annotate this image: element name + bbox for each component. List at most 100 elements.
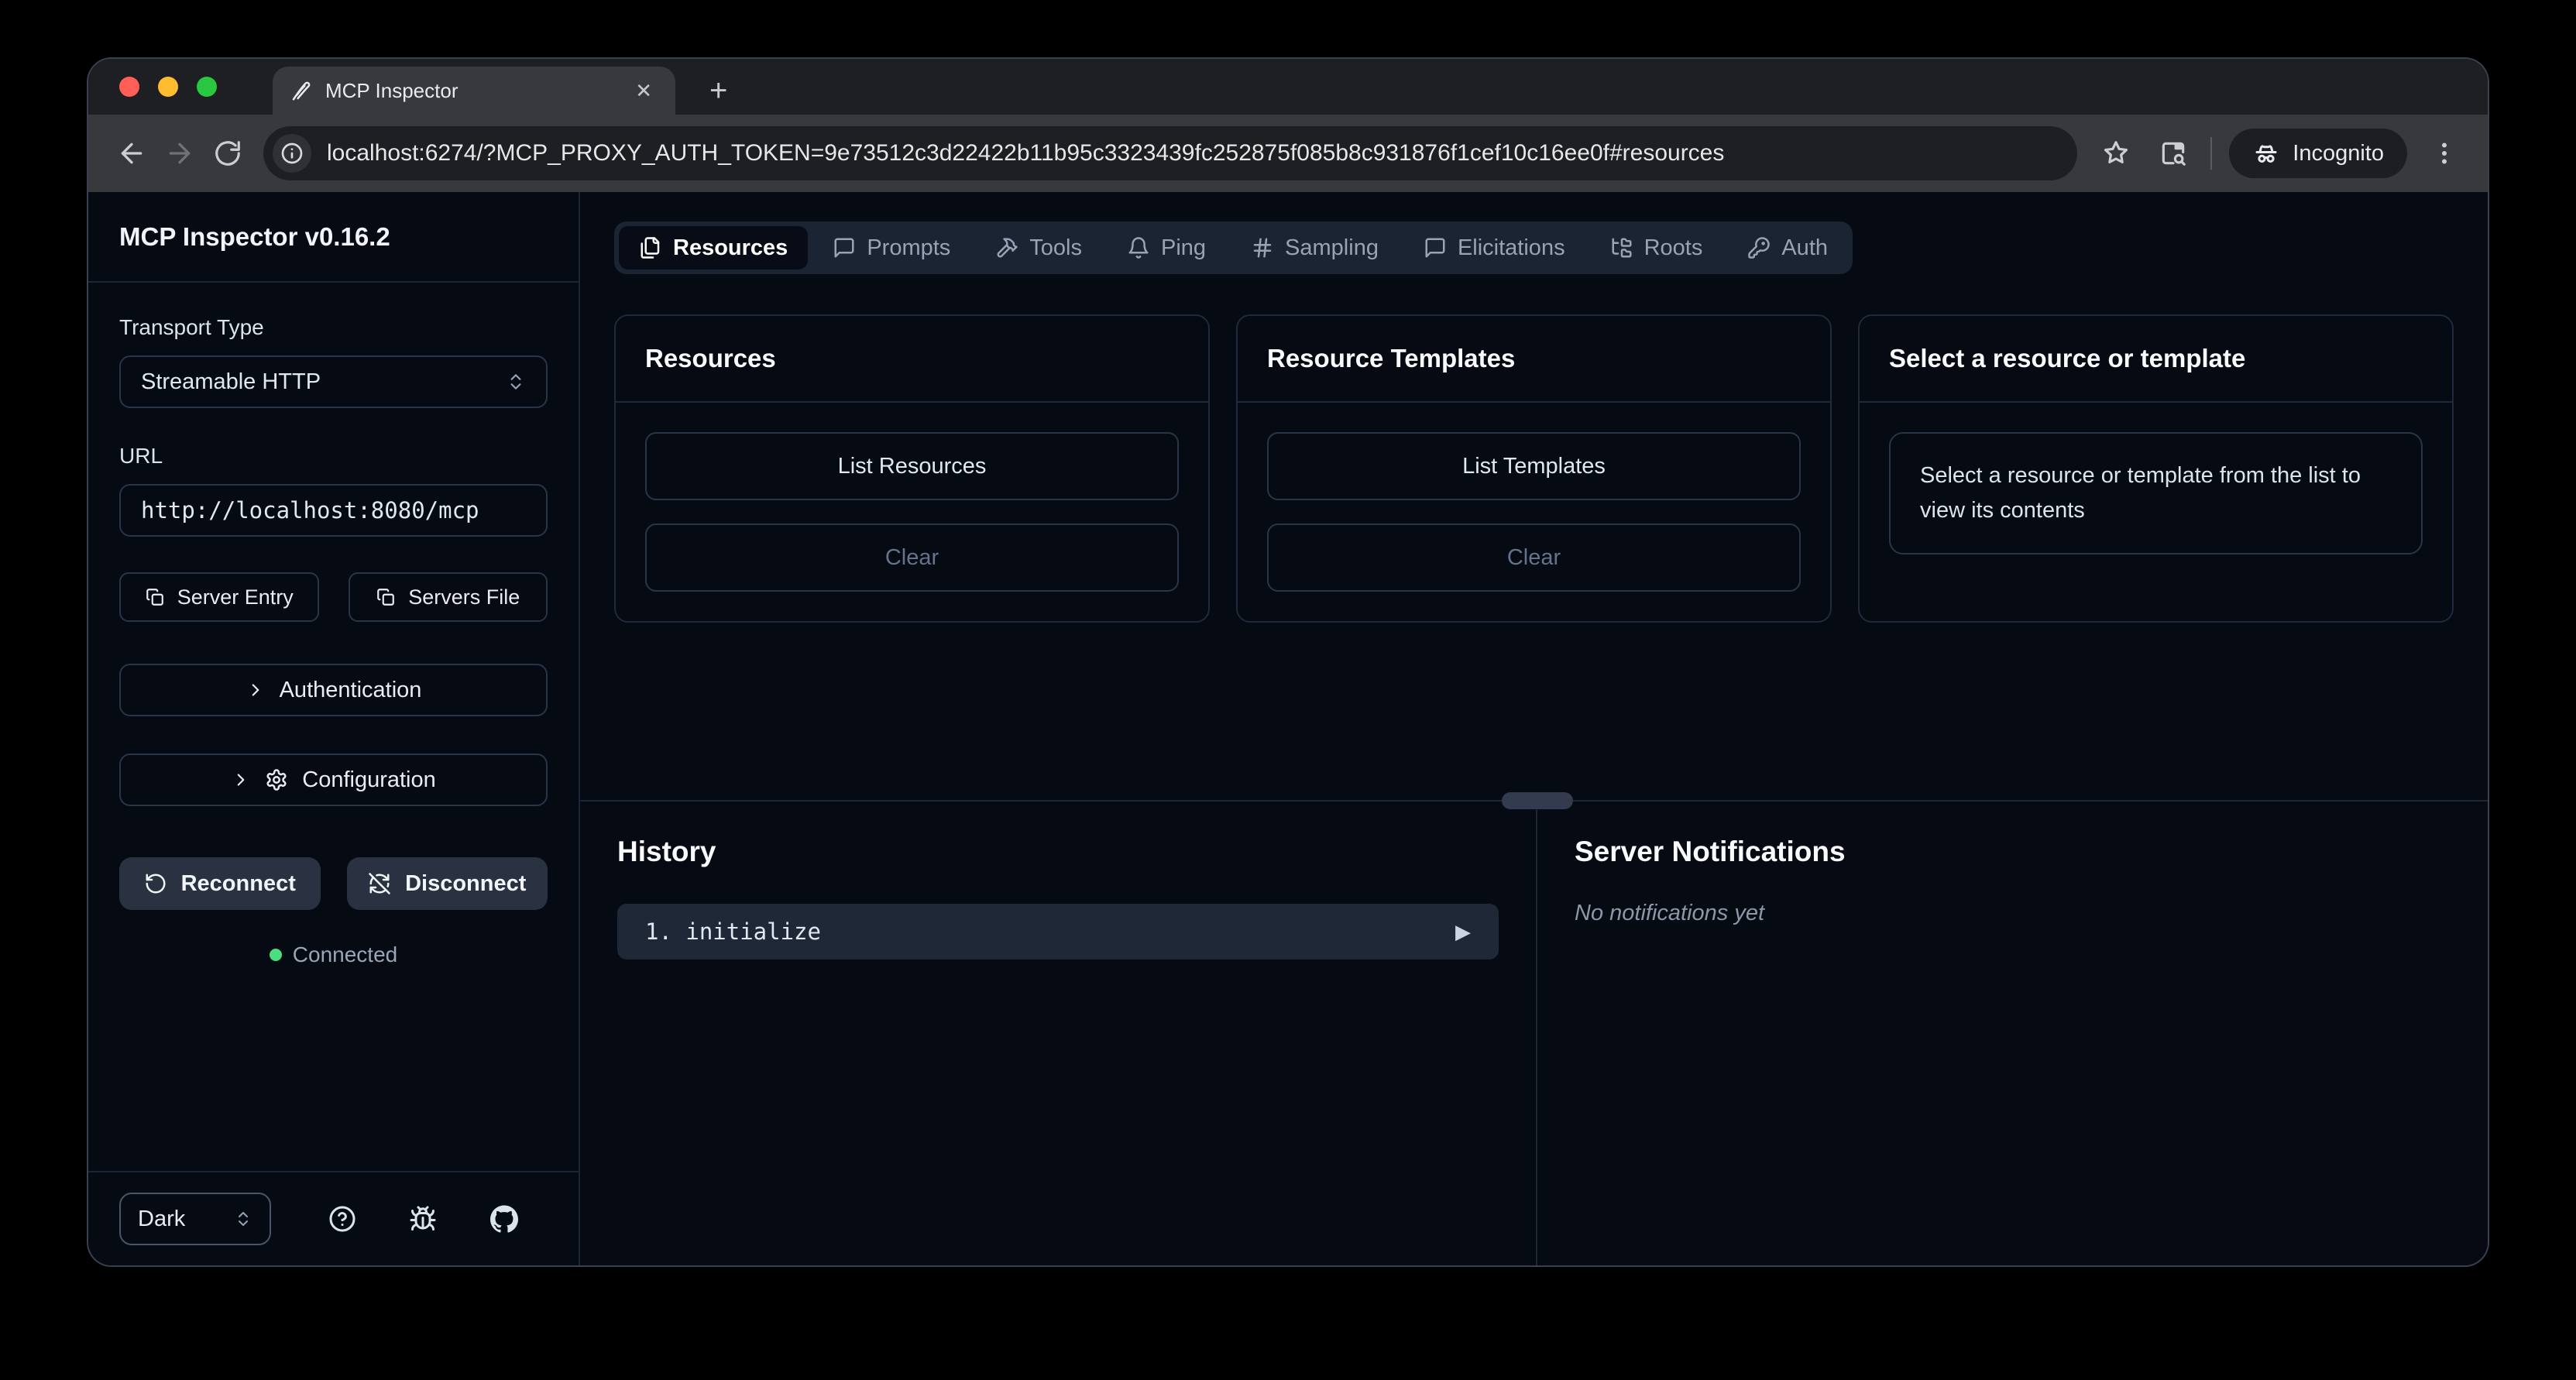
reload-icon[interactable]: [208, 133, 248, 173]
authentication-button[interactable]: Authentication: [119, 664, 548, 716]
server-url-input[interactable]: [119, 484, 548, 537]
tab-label: Ping: [1161, 235, 1206, 261]
theme-select-value: Dark: [138, 1207, 185, 1232]
tab-label: Auth: [1781, 235, 1828, 261]
configuration-button[interactable]: Configuration: [119, 754, 548, 806]
tab-tools[interactable]: Tools: [975, 226, 1102, 269]
chevron-right-icon: [246, 680, 266, 700]
url-bar[interactable]: localhost:6274/?MCP_PROXY_AUTH_TOKEN=9e7…: [263, 126, 2077, 180]
sidebar-header: MCP Inspector v0.16.2: [88, 192, 579, 283]
footer-icons: [302, 1205, 544, 1233]
help-icon[interactable]: [328, 1205, 356, 1233]
tab-resources[interactable]: Resources: [619, 226, 808, 269]
history-item[interactable]: 1. initialize ▶: [617, 904, 1499, 959]
status-label: Connected: [293, 942, 397, 967]
resource-templates-panel: Resource Templates List Templates Clear: [1236, 314, 1832, 623]
viewer-placeholder: Select a resource or template from the l…: [1889, 432, 2423, 554]
incognito-badge: Incognito: [2229, 129, 2407, 178]
desktop: MCP Inspector ✕ + localhost:6274/?MCP_PR…: [0, 0, 2576, 1380]
resource-viewer-panel: Select a resource or template Select a r…: [1858, 314, 2454, 623]
main-top: Resources Prompts Tools Ping: [580, 192, 2488, 800]
back-icon[interactable]: [112, 133, 152, 173]
key-icon: [1747, 236, 1771, 259]
sidebar-footer: Dark: [88, 1171, 579, 1265]
nav-tabs: Resources Prompts Tools Ping: [614, 221, 1853, 274]
chevrons-up-down-icon: [234, 1210, 252, 1228]
history-item-label: 1. initialize: [645, 918, 821, 945]
theme-select[interactable]: Dark: [119, 1193, 271, 1245]
reconnect-button[interactable]: Reconnect: [119, 857, 321, 910]
expand-arrow-icon: ▶: [1455, 920, 1471, 944]
browser-tab[interactable]: MCP Inspector ✕: [273, 67, 675, 115]
configuration-label: Configuration: [302, 767, 436, 793]
disconnect-label: Disconnect: [405, 871, 526, 897]
clear-resources-button[interactable]: Clear: [645, 524, 1179, 592]
authentication-label: Authentication: [280, 678, 422, 703]
chevrons-up-down-icon: [506, 372, 526, 392]
folder-tree-icon: [1610, 236, 1633, 259]
toolbar-right-controls: Incognito: [2096, 129, 2464, 178]
github-icon[interactable]: [490, 1205, 518, 1233]
toolbar-divider: [2210, 137, 2212, 170]
transport-select[interactable]: Streamable HTTP: [119, 355, 548, 408]
list-templates-button[interactable]: List Templates: [1267, 432, 1801, 500]
transport-type-label: Transport Type: [119, 315, 548, 340]
tab-label: Prompts: [867, 235, 950, 261]
servers-file-label: Servers File: [408, 585, 520, 609]
bug-icon[interactable]: [409, 1205, 437, 1233]
close-window-button[interactable]: [119, 77, 139, 97]
close-tab-icon[interactable]: ✕: [629, 76, 658, 106]
tab-auth[interactable]: Auth: [1727, 226, 1848, 269]
copy-icon: [376, 587, 396, 607]
resources-panel: Resources List Resources Clear: [614, 314, 1210, 623]
bookmark-star-icon[interactable]: [2096, 133, 2136, 173]
refresh-off-icon: [368, 872, 391, 895]
tab-roots[interactable]: Roots: [1590, 226, 1723, 269]
reconnect-label: Reconnect: [181, 871, 296, 897]
files-icon: [639, 236, 662, 259]
tab-label: Roots: [1644, 235, 1703, 261]
app-title: MCP Inspector v0.16.2: [119, 222, 390, 252]
url-label: URL: [119, 444, 548, 469]
notifications-empty-text: No notifications yet: [1575, 901, 2451, 926]
history-title: History: [617, 836, 1499, 868]
browser-menu-icon[interactable]: [2424, 133, 2464, 173]
url-text[interactable]: localhost:6274/?MCP_PROXY_AUTH_TOKEN=9e7…: [327, 140, 1724, 166]
window-controls: [88, 59, 239, 115]
tab-prompts[interactable]: Prompts: [812, 226, 970, 269]
status-dot: [270, 949, 282, 961]
server-entry-button[interactable]: Server Entry: [119, 572, 319, 622]
new-tab-button[interactable]: +: [697, 74, 740, 115]
minimize-window-button[interactable]: [158, 77, 178, 97]
disconnect-button[interactable]: Disconnect: [347, 857, 548, 910]
maximize-window-button[interactable]: [197, 77, 217, 97]
tab-elicitations[interactable]: Elicitations: [1403, 226, 1585, 269]
bell-icon: [1127, 236, 1150, 259]
tab-sampling[interactable]: Sampling: [1231, 226, 1399, 269]
tab-search-icon[interactable]: [2153, 133, 2193, 173]
servers-file-button[interactable]: Servers File: [349, 572, 548, 622]
tab-label: Elicitations: [1458, 235, 1565, 261]
incognito-icon: [2252, 139, 2280, 167]
forward-icon[interactable]: [160, 133, 200, 173]
resource-viewer-title: Select a resource or template: [1860, 316, 2452, 403]
clear-templates-button[interactable]: Clear: [1267, 524, 1801, 592]
sidebar-body: Transport Type Streamable HTTP URL Serve…: [88, 283, 579, 1171]
history-section: History 1. initialize ▶: [580, 802, 1537, 1265]
resources-panel-title: Resources: [616, 316, 1208, 403]
incognito-label: Incognito: [2293, 141, 2384, 166]
connection-status: Connected: [119, 942, 548, 967]
resize-handle[interactable]: [1502, 792, 1573, 809]
tab-label: Sampling: [1285, 235, 1379, 261]
browser-window: MCP Inspector ✕ + localhost:6274/?MCP_PR…: [88, 59, 2488, 1265]
tab-ping[interactable]: Ping: [1107, 226, 1226, 269]
sidebar: MCP Inspector v0.16.2 Transport Type Str…: [88, 192, 580, 1265]
server-notifications-title: Server Notifications: [1575, 836, 2451, 868]
horizontal-divider: [580, 800, 2488, 802]
browser-tab-strip: MCP Inspector ✕ +: [88, 59, 2488, 115]
transport-select-value: Streamable HTTP: [141, 369, 321, 395]
rotate-ccw-icon: [144, 872, 167, 895]
list-resources-button[interactable]: List Resources: [645, 432, 1179, 500]
site-info-icon[interactable]: [273, 134, 311, 173]
server-entry-label: Server Entry: [177, 585, 294, 609]
